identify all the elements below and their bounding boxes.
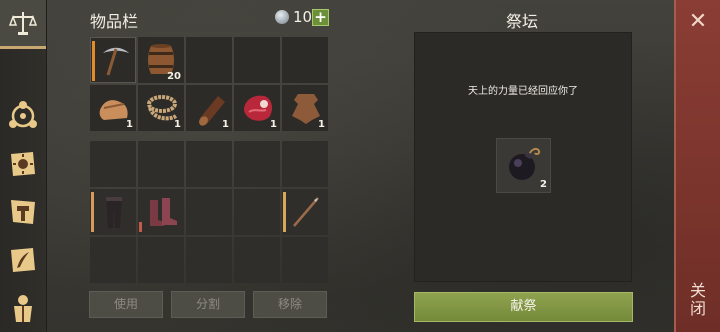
backpack-slot[interactable] bbox=[186, 189, 232, 235]
tab-journal[interactable] bbox=[5, 146, 41, 182]
inventory-slot[interactable]: 1 bbox=[90, 85, 136, 131]
item-quantity: 1 bbox=[174, 119, 181, 130]
backpack-slot[interactable] bbox=[282, 237, 328, 283]
tab-crafting[interactable] bbox=[0, 0, 46, 49]
inventory-slot[interactable]: 1 bbox=[234, 85, 280, 131]
tab-building[interactable] bbox=[5, 194, 41, 230]
coin-count: 10 bbox=[293, 8, 313, 26]
split-button[interactable]: 分割 bbox=[171, 291, 245, 318]
inventory-slot[interactable]: 1 bbox=[282, 85, 328, 131]
inventory-slot[interactable] bbox=[234, 37, 280, 83]
use-button[interactable]: 使用 bbox=[89, 291, 163, 318]
backpack-slot[interactable] bbox=[234, 189, 280, 235]
backpack-slot[interactable] bbox=[90, 189, 136, 235]
inventory-grid: 20 1 1 1 1 1 bbox=[89, 36, 329, 132]
left-sidebar bbox=[0, 0, 47, 332]
backpack-slot[interactable] bbox=[234, 237, 280, 283]
backpack-slot[interactable] bbox=[138, 189, 184, 235]
backpack-slot[interactable] bbox=[186, 237, 232, 283]
durability-bar bbox=[92, 41, 95, 81]
close-icon[interactable]: ✕ bbox=[684, 8, 712, 36]
pickaxe-icon bbox=[103, 47, 129, 76]
altar-message: 天上的力量已经回应你了 bbox=[468, 86, 578, 97]
altar-title: 祭坛 bbox=[506, 12, 539, 31]
item-quantity: 2 bbox=[540, 179, 547, 190]
inventory-slot[interactable] bbox=[90, 37, 136, 83]
bomb-icon bbox=[509, 147, 541, 180]
backpack-slot[interactable] bbox=[138, 141, 184, 187]
remove-button[interactable]: 移除 bbox=[253, 291, 327, 318]
item-quantity: 20 bbox=[167, 71, 181, 82]
durability-bar bbox=[139, 222, 142, 232]
sun-book-icon bbox=[11, 152, 35, 176]
item-quantity: 1 bbox=[222, 119, 229, 130]
tab-notes[interactable] bbox=[5, 242, 41, 278]
boots-icon bbox=[150, 198, 177, 226]
altar-item-slot[interactable]: 2 bbox=[496, 138, 551, 193]
add-coins-button[interactable]: + bbox=[312, 9, 329, 26]
backpack-slot[interactable] bbox=[282, 141, 328, 187]
tab-equipment[interactable] bbox=[5, 290, 41, 326]
inventory-slot[interactable] bbox=[186, 37, 232, 83]
backpack-slot[interactable] bbox=[186, 141, 232, 187]
tab-skills[interactable] bbox=[5, 98, 41, 134]
coin-icon bbox=[275, 10, 289, 24]
backpack-slot[interactable] bbox=[90, 237, 136, 283]
close-label: 关闭 bbox=[689, 281, 706, 318]
item-quantity: 1 bbox=[126, 119, 133, 130]
inventory-title: 物品栏 bbox=[90, 12, 139, 31]
hammer-map-icon bbox=[11, 200, 35, 224]
backpack-grid bbox=[89, 140, 329, 284]
leggings-icon bbox=[106, 197, 122, 228]
durability-bar bbox=[283, 192, 286, 232]
backpack-slot[interactable] bbox=[282, 189, 328, 235]
backpack-slot[interactable] bbox=[90, 141, 136, 187]
scales-icon bbox=[8, 12, 38, 35]
spear-icon bbox=[293, 197, 319, 227]
item-quantity: 1 bbox=[318, 119, 325, 130]
backpack-slot[interactable] bbox=[138, 237, 184, 283]
inventory-slot[interactable]: 20 bbox=[138, 37, 184, 83]
inventory-slot[interactable]: 1 bbox=[138, 85, 184, 131]
circle-nodes-icon bbox=[9, 101, 37, 128]
close-panel[interactable]: ✕ 关闭 bbox=[674, 0, 720, 332]
offer-button[interactable]: 献祭 bbox=[414, 292, 633, 322]
quill-scroll-icon bbox=[11, 248, 35, 272]
armor-icon bbox=[14, 295, 32, 322]
durability-bar bbox=[91, 192, 94, 232]
inventory-slot[interactable] bbox=[282, 37, 328, 83]
item-quantity: 1 bbox=[270, 119, 277, 130]
inventory-slot[interactable]: 1 bbox=[186, 85, 232, 131]
backpack-slot[interactable] bbox=[234, 141, 280, 187]
